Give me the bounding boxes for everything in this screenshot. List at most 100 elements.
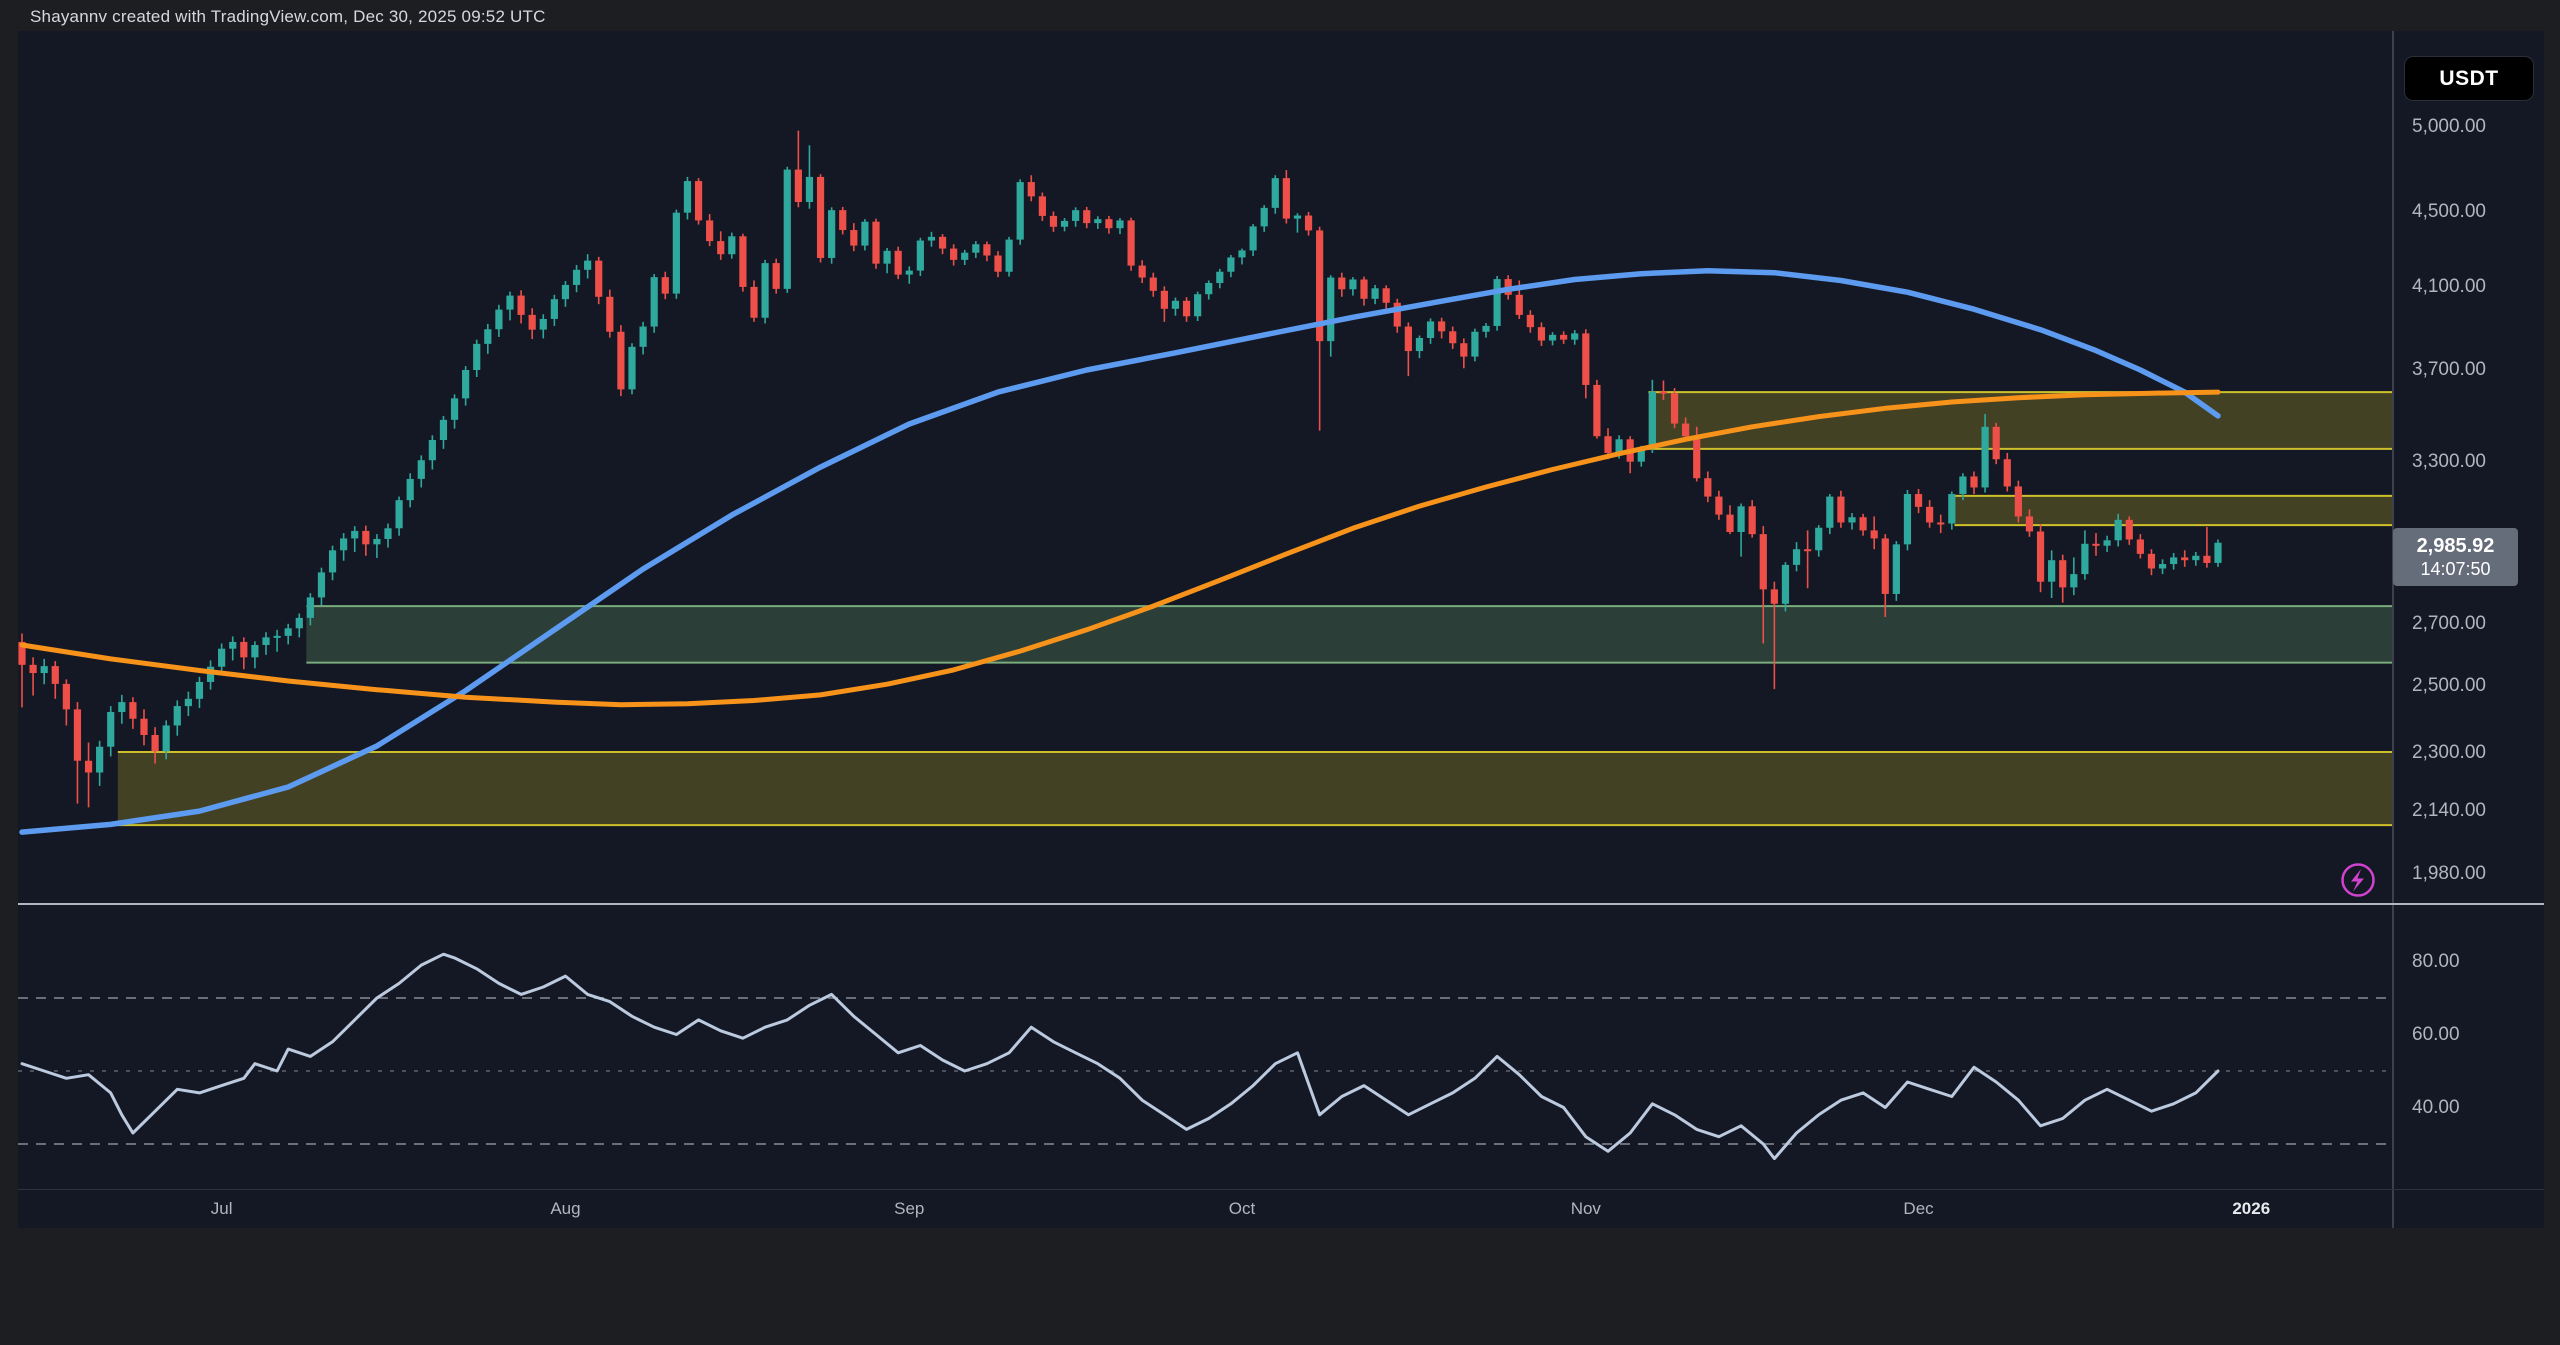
candle-body: [906, 271, 913, 275]
candle-body: [1471, 332, 1478, 357]
candle-body: [418, 460, 425, 479]
candle-body: [1360, 279, 1367, 298]
candle-body: [1349, 279, 1356, 289]
candle-body: [140, 719, 147, 735]
price-axis-label: 4,100.00: [2412, 276, 2486, 298]
pane-separator[interactable]: [18, 903, 2544, 905]
candle-body: [1538, 327, 1545, 340]
candle-body: [584, 261, 591, 270]
candle-body: [517, 296, 524, 315]
candle-body: [395, 500, 402, 528]
candle-body: [1427, 321, 1434, 338]
candle-body: [573, 270, 580, 285]
candle-body: [373, 539, 380, 544]
candle-body: [784, 170, 791, 289]
candle-body: [1416, 338, 1423, 351]
candle-body: [828, 210, 835, 258]
candle-body: [1549, 335, 1556, 341]
candle-body: [2059, 560, 2066, 587]
candle-body: [1305, 216, 1312, 231]
rsi-line: [22, 954, 2218, 1158]
candle-body: [2026, 516, 2033, 531]
candle-body: [639, 327, 646, 347]
rsi-axis-label: 60.00: [2412, 1024, 2460, 1046]
flash-bolt-glyph: [2351, 869, 2364, 892]
candle-body: [1837, 497, 1844, 523]
candle-body: [2015, 486, 2022, 516]
candle-body: [1604, 436, 1611, 453]
candle-body: [1882, 538, 1889, 594]
time-axis-label-dec: Dec: [1903, 1199, 1933, 1219]
candle-body: [1383, 288, 1390, 302]
candle-body: [440, 420, 447, 440]
candle-body: [839, 210, 846, 230]
price-axis-label: 2,140.00: [2412, 800, 2486, 822]
candle-body: [1693, 436, 1700, 478]
candle-body: [2037, 531, 2044, 581]
candle-body: [407, 479, 414, 500]
candle-body: [107, 712, 114, 747]
candle-body: [1094, 219, 1101, 223]
candle-body: [1704, 478, 1711, 496]
candle-body: [29, 665, 36, 673]
candle-body: [285, 628, 292, 636]
currency-badge[interactable]: USDT: [2404, 56, 2534, 101]
candle-body: [163, 725, 170, 751]
candle-body: [2103, 540, 2110, 545]
candle-body: [2048, 560, 2055, 582]
candle-body: [1970, 476, 1977, 487]
candle-body: [451, 398, 458, 419]
candle-body: [1205, 283, 1212, 294]
candle-body: [1017, 182, 1024, 240]
candle-body: [1815, 528, 1822, 551]
candle-body: [74, 709, 81, 760]
candle-body: [196, 682, 203, 699]
candle-body: [1782, 565, 1789, 604]
candle-body: [1893, 544, 1900, 594]
candle-body: [506, 296, 513, 310]
candle-body: [1249, 226, 1256, 250]
candle-body: [1028, 182, 1035, 196]
candle-body: [2137, 539, 2144, 553]
candle-body: [1072, 210, 1079, 221]
candle-body: [1005, 240, 1012, 272]
candle-body: [850, 230, 857, 246]
candle-body: [351, 531, 358, 538]
candle-body: [540, 319, 547, 330]
candle-body: [251, 645, 258, 657]
zone-support-deep: [118, 752, 2392, 825]
candle-body: [318, 572, 325, 597]
candle-body: [1238, 250, 1245, 257]
candle-body: [1127, 220, 1134, 265]
time-axis-label-nov: Nov: [1571, 1199, 1601, 1219]
candle-body: [1438, 321, 1445, 331]
candle-body: [218, 649, 225, 667]
candle-body: [340, 538, 347, 550]
candle-body: [174, 706, 181, 725]
rsi-pane-separator: [18, 1189, 2544, 1190]
candle-body: [1959, 476, 1966, 494]
candle-body: [41, 666, 48, 673]
candle-body: [1760, 534, 1767, 589]
current-price-badge: 2,985.92 14:07:50: [2393, 528, 2518, 586]
time-axis-label-2026: 2026: [2232, 1199, 2270, 1219]
candle-body: [2070, 574, 2077, 587]
candle-body: [806, 177, 813, 202]
candle-body: [429, 440, 436, 460]
candle-body: [1993, 427, 2000, 459]
candle-body: [817, 177, 824, 258]
candle-body: [529, 315, 536, 330]
candle-body: [262, 637, 269, 645]
candlestick-chart[interactable]: [0, 0, 2560, 1345]
candle-body: [1793, 549, 1800, 565]
candle-body: [2181, 557, 2188, 560]
candle-body: [473, 344, 480, 370]
candle-body: [1061, 221, 1068, 227]
candle-body: [2192, 556, 2199, 560]
candle-body: [651, 277, 658, 326]
price-axis-label: 5,000.00: [2412, 116, 2486, 138]
candle-body: [240, 642, 247, 657]
candle-body: [1737, 506, 1744, 532]
candle-body: [928, 237, 935, 241]
candle-body: [462, 370, 469, 398]
